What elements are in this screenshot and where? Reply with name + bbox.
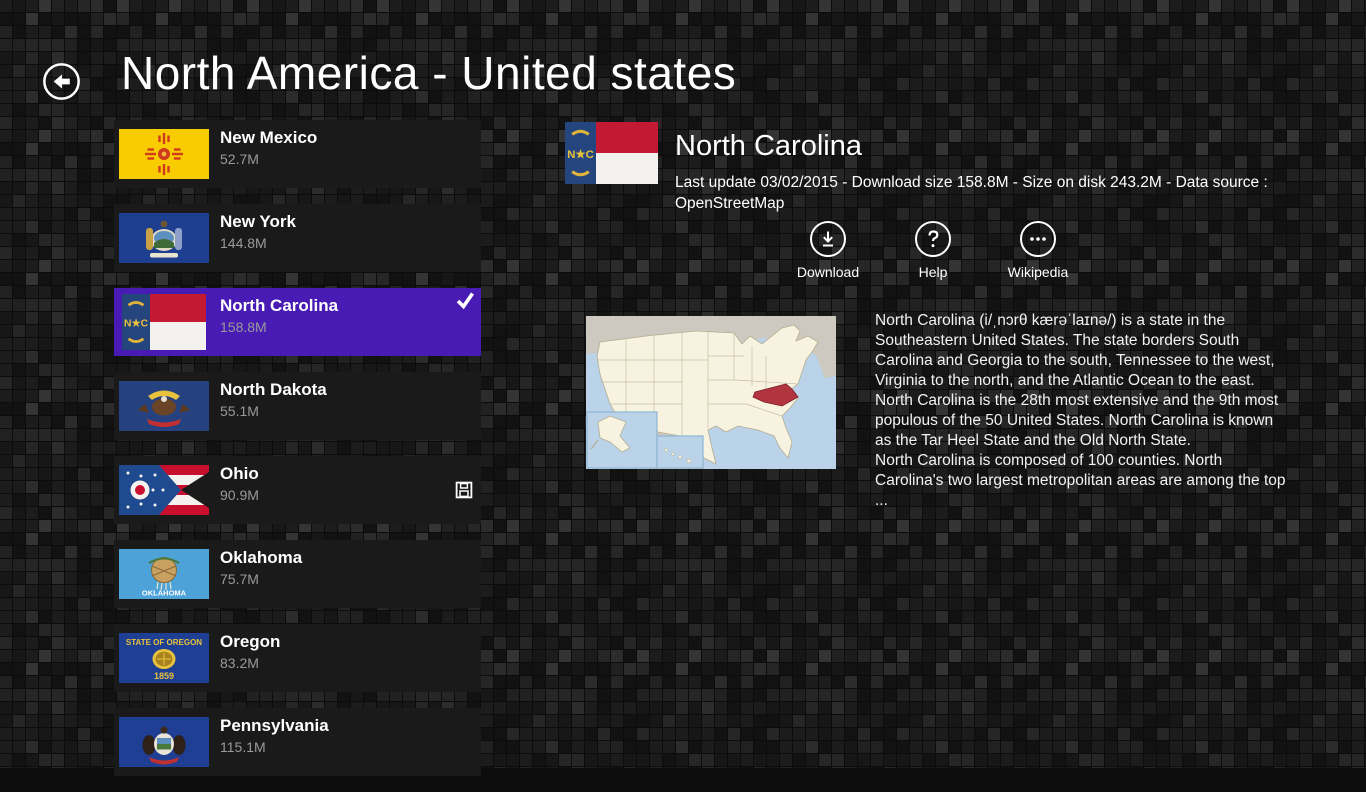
state-name: New York <box>220 212 296 232</box>
svg-text:STATE OF OREGON: STATE OF OREGON <box>126 638 202 647</box>
list-item-north-carolina[interactable]: N★C North Carolina 158.8M <box>114 288 481 356</box>
list-item-ohio[interactable]: Ohio 90.9M <box>114 456 481 524</box>
detail-title: North Carolina <box>675 130 862 163</box>
flag-north-carolina: N★C <box>118 294 210 350</box>
download-action: Download <box>785 221 871 280</box>
flag-oklahoma: OKLAHOMA <box>119 549 209 599</box>
action-bar: Download Help Wikipedia <box>785 221 1081 280</box>
check-icon <box>455 290 475 310</box>
state-name: North Carolina <box>220 296 338 316</box>
flag-pennsylvania <box>119 717 209 767</box>
back-arrow-circle-icon <box>42 62 81 101</box>
save-icon <box>455 481 473 499</box>
list-item-pennsylvania[interactable]: Pennsylvania 115.1M <box>114 708 481 776</box>
svg-text:OKLAHOMA: OKLAHOMA <box>142 589 187 598</box>
flag-new-mexico <box>119 129 209 179</box>
ellipsis-circle-icon <box>1028 229 1048 249</box>
state-size: 52.7M <box>220 151 259 167</box>
state-name: New Mexico <box>220 128 317 148</box>
state-name: Pennsylvania <box>220 716 329 736</box>
svg-text:1859: 1859 <box>154 671 174 681</box>
detail-meta: Last update 03/02/2015 - Download size 1… <box>675 172 1295 214</box>
states-list: New Mexico 52.7M New York 144.8M <box>114 120 481 792</box>
help-action: Help <box>890 221 976 280</box>
page-title: North America - United states <box>121 46 736 100</box>
download-label: Download <box>797 264 859 280</box>
state-name: Oklahoma <box>220 548 302 568</box>
list-item-new-mexico[interactable]: New Mexico 52.7M <box>114 120 481 188</box>
list-item-oregon[interactable]: STATE OF OREGON 1859 Oregon 83.2M <box>114 624 481 692</box>
app-window: North America - United states New Mexico… <box>0 0 1366 768</box>
list-item-new-york[interactable]: New York 144.8M <box>114 204 481 272</box>
state-size: 158.8M <box>220 319 267 335</box>
flag-new-york <box>119 213 209 263</box>
list-item-north-dakota[interactable]: North Dakota 55.1M <box>114 372 481 440</box>
svg-text:N★C: N★C <box>124 319 149 330</box>
flag-ohio <box>119 465 209 515</box>
flag-oregon: STATE OF OREGON 1859 <box>119 633 209 683</box>
back-button[interactable] <box>42 62 81 101</box>
detail-flag-north-carolina: N★C <box>565 122 658 184</box>
state-size: 144.8M <box>220 235 267 251</box>
state-size: 83.2M <box>220 655 259 671</box>
list-item-oklahoma[interactable]: OKLAHOMA Oklahoma 75.7M <box>114 540 481 608</box>
state-size: 55.1M <box>220 403 259 419</box>
download-arrow-circle-icon <box>818 229 838 249</box>
state-name: Oregon <box>220 632 280 652</box>
download-button[interactable] <box>810 221 846 257</box>
flag-north-dakota <box>119 381 209 431</box>
wikipedia-action: Wikipedia <box>995 221 1081 280</box>
state-size: 90.9M <box>220 487 259 503</box>
state-name: North Dakota <box>220 380 327 400</box>
help-label: Help <box>919 264 948 280</box>
state-size: 75.7M <box>220 571 259 587</box>
state-name: Ohio <box>220 464 259 484</box>
svg-text:N★C: N★C <box>567 149 594 161</box>
help-button[interactable] <box>915 221 951 257</box>
question-mark-circle-icon <box>923 229 943 249</box>
wikipedia-button[interactable] <box>1020 221 1056 257</box>
state-description: North Carolina (i/ˌnɔrθ kærəˈlaɪnə/) is … <box>875 311 1289 511</box>
wikipedia-label: Wikipedia <box>1008 264 1069 280</box>
state-size: 115.1M <box>220 739 266 755</box>
us-map-north-carolina-highlighted <box>586 316 836 469</box>
